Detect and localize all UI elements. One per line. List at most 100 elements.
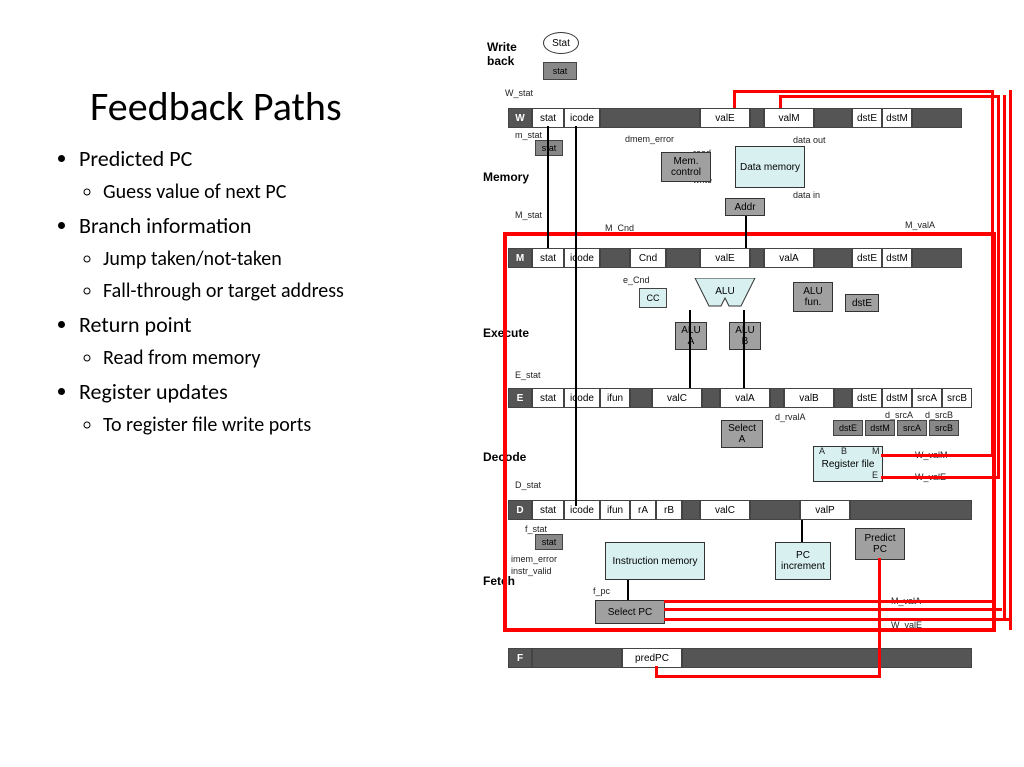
box-alufun: ALU fun.	[793, 282, 833, 312]
label-fpc: f_pc	[593, 586, 610, 596]
label-mcnd: M_Cnd	[605, 223, 634, 233]
label-dsrca: d_srcA	[885, 410, 913, 420]
label-wstat: W_stat	[505, 88, 533, 98]
field-spacer	[750, 108, 764, 128]
label-wvale: W_valE	[915, 472, 946, 482]
field-valP: valP	[800, 500, 850, 520]
label-writeback: Write back	[487, 40, 517, 68]
field-icode: icode	[564, 108, 600, 128]
field-icode: icode	[564, 388, 600, 408]
bullet-subitem: Guess value of next PC	[103, 177, 455, 207]
box-alub: ALU B	[729, 322, 761, 350]
stat-box-m: stat	[535, 140, 563, 156]
stage-M: M	[508, 248, 532, 268]
field-stat: stat	[532, 248, 564, 268]
label-e: E	[872, 470, 878, 480]
label-fetch: Fetch	[483, 574, 515, 588]
field-spacer	[532, 648, 622, 668]
stage-W: W	[508, 108, 532, 128]
field-spacer	[834, 388, 852, 408]
field-ifun: ifun	[600, 388, 630, 408]
box-datamemory: Data memory	[735, 146, 805, 188]
field-icode: icode	[564, 500, 600, 520]
label-wvalm: W_valM	[915, 450, 948, 460]
pipeline-diagram: Write back Stat stat W_stat Wstaticodeva…	[475, 30, 1005, 710]
label-mvala: M_valA	[905, 220, 935, 230]
field-icode: icode	[564, 248, 600, 268]
bullet-subitem: To register file write ports	[103, 410, 455, 440]
stat-oval: Stat	[543, 32, 579, 54]
svg-text:ALU: ALU	[715, 286, 734, 297]
field-valC: valC	[652, 388, 702, 408]
bullet-item: Predicted PCGuess value of next PC	[79, 142, 455, 207]
stage-F: F	[508, 648, 532, 668]
field-spacer	[814, 248, 852, 268]
field-predPC: predPC	[622, 648, 682, 668]
bullet-item: Return pointRead from memory	[79, 308, 455, 373]
field-dstE: dstE	[852, 248, 882, 268]
field-spacer	[750, 500, 800, 520]
field-spacer	[912, 108, 962, 128]
stage-D: D	[508, 500, 532, 520]
box-predpc: Predict PC	[855, 528, 905, 560]
label-b: B	[841, 446, 847, 456]
label-dataout: data out	[793, 135, 826, 145]
field-valC: valC	[700, 500, 750, 520]
label-mvala2: M_valA	[891, 596, 921, 606]
box-alua: ALU A	[675, 322, 707, 350]
label-instrvalid: instr_valid	[511, 566, 552, 576]
bullet-subitem: Fall-through or target address	[103, 276, 455, 306]
label-dsrcb: d_srcB	[925, 410, 953, 420]
stat-box-f: stat	[535, 534, 563, 550]
label-a: A	[819, 446, 825, 456]
stage-E: E	[508, 388, 532, 408]
box-memcontrol: Mem. control	[661, 152, 711, 182]
field-spacer	[770, 388, 784, 408]
stat-box-wb: stat	[543, 62, 577, 80]
field-spacer	[850, 500, 972, 520]
field-spacer	[750, 248, 764, 268]
field-valA: valA	[764, 248, 814, 268]
bullet-subitem: Jump taken/not-taken	[103, 244, 455, 274]
field-ifun: ifun	[600, 500, 630, 520]
label-dstat: D_stat	[515, 480, 541, 490]
field-spacer	[630, 388, 652, 408]
field-spacer	[682, 500, 700, 520]
field-dstE: dstE	[852, 388, 882, 408]
field-spacer	[912, 248, 962, 268]
box-selectpc: Select PC	[595, 600, 665, 624]
field-stat: stat	[532, 108, 564, 128]
field-dstM: dstM	[882, 108, 912, 128]
label-mstat: m_stat	[515, 130, 542, 140]
label-wvale2: W_valE	[891, 620, 922, 630]
field-Cnd: Cnd	[630, 248, 666, 268]
field-spacer	[666, 248, 700, 268]
label-fstat: f_stat	[525, 524, 547, 534]
field-spacer	[600, 108, 700, 128]
label-datain: data in	[793, 190, 820, 200]
box-srcb: srcB	[929, 420, 959, 436]
label-m: M	[872, 446, 880, 456]
field-rB: rB	[656, 500, 682, 520]
bullet-list: Predicted PCGuess value of next PCBranch…	[55, 140, 455, 442]
label-Mstat: M_stat	[515, 210, 542, 220]
label-imemerr: imem_error	[511, 554, 557, 564]
box-dste: dstE	[845, 294, 879, 312]
field-dstM: dstM	[882, 388, 912, 408]
field-srcA: srcA	[912, 388, 942, 408]
field-valM: valM	[764, 108, 814, 128]
box-pcincr: PC increment	[775, 542, 831, 580]
field-spacer	[814, 108, 852, 128]
box-dstm2: dstM	[865, 420, 895, 436]
field-stat: stat	[532, 500, 564, 520]
box-instrmem: Instruction memory	[605, 542, 705, 580]
slide-title: Feedback Paths	[90, 82, 342, 131]
field-rA: rA	[630, 500, 656, 520]
field-spacer	[600, 248, 630, 268]
box-selecta: Select A	[721, 420, 763, 448]
label-dmem-error: dmem_error	[625, 134, 674, 144]
label-execute: Execute	[483, 326, 529, 340]
label-ecnd: e_Cnd	[623, 275, 650, 285]
field-dstM: dstM	[882, 248, 912, 268]
field-dstE: dstE	[852, 108, 882, 128]
